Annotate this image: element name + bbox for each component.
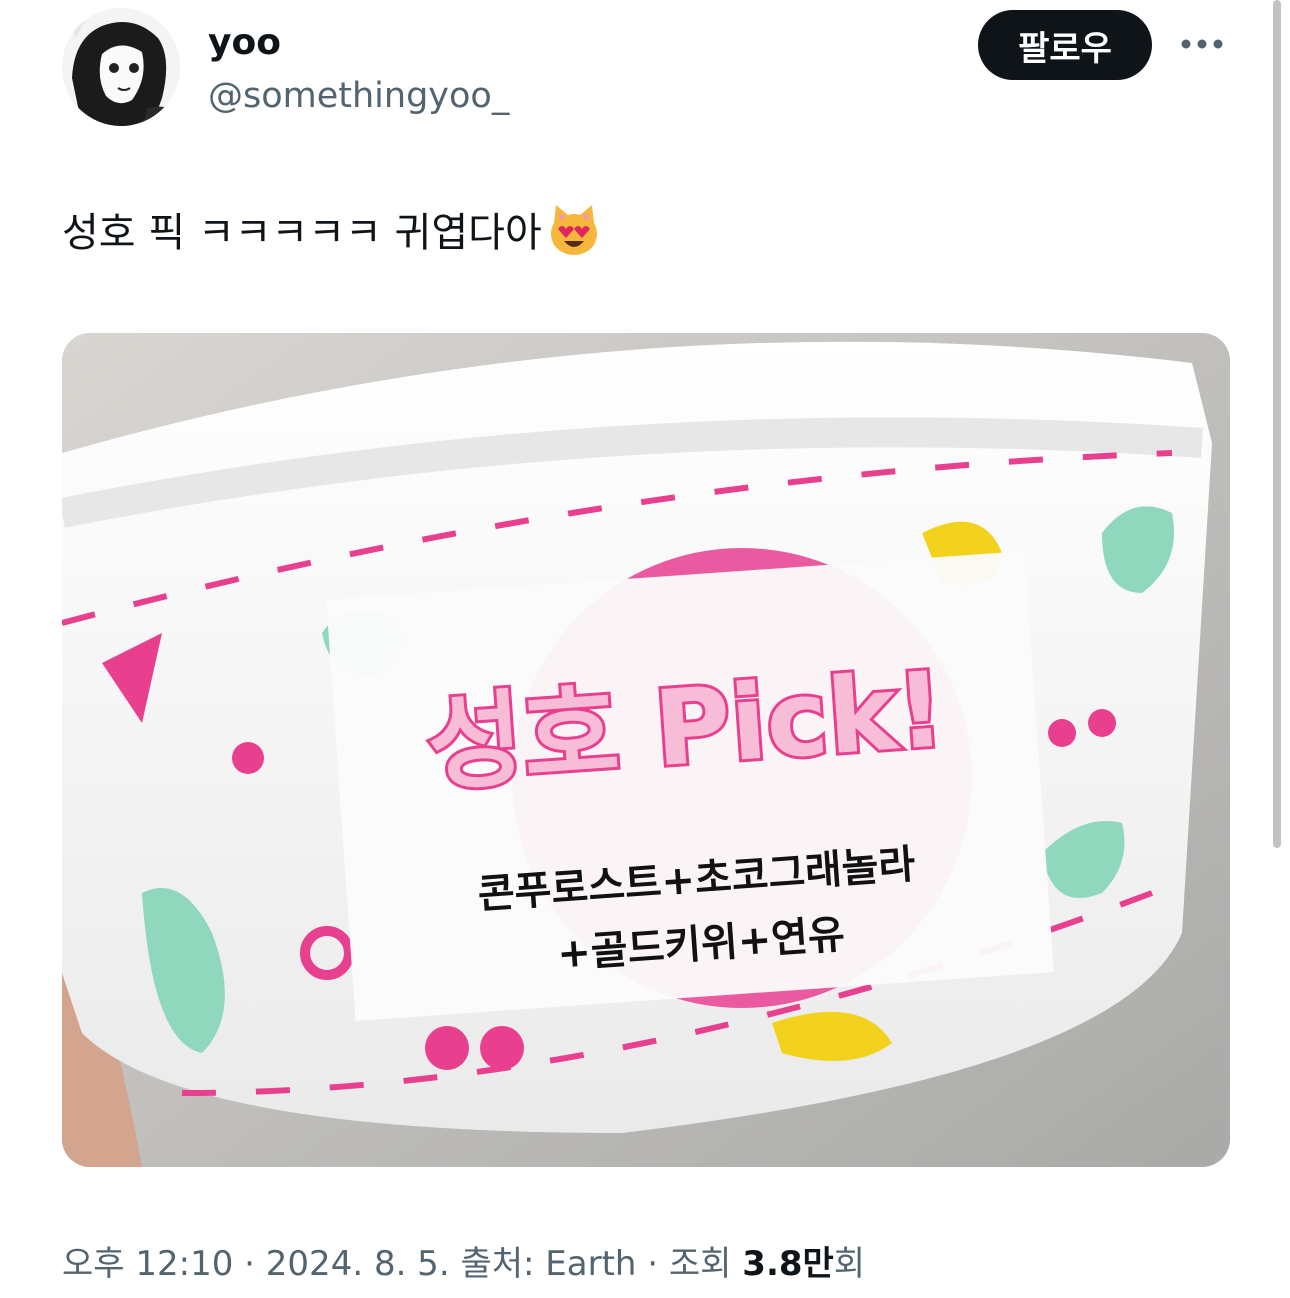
meta-separator: ·: [233, 1244, 266, 1284]
avatar[interactable]: [62, 8, 180, 126]
tweet-text-body: 성호 픽 ㅋㅋㅋㅋㅋ 귀엽다아: [62, 210, 542, 256]
views-label: 조회: [668, 1244, 743, 1284]
tweet-text: 성호 픽 ㅋㅋㅋㅋㅋ 귀엽다아: [62, 200, 602, 258]
avatar-illustration: [62, 8, 180, 126]
source-value: Earth: [545, 1244, 637, 1284]
scrollbar[interactable]: [1273, 0, 1281, 848]
source-label: 출처:: [460, 1244, 546, 1284]
heart-eyes-cat-emoji: [550, 205, 597, 255]
more-options-button[interactable]: [1176, 22, 1228, 66]
more-horizontal-icon: [1181, 39, 1223, 49]
author-handle[interactable]: @somethingyoo_: [208, 76, 509, 116]
tweet-photo[interactable]: 성호 Pick! 콘푸로스트+초코그래놀라 +골드키위+연유: [62, 333, 1230, 1167]
author-display-name[interactable]: yoo: [208, 22, 281, 63]
meta-separator: [450, 1244, 461, 1284]
tweet-time[interactable]: 오후 12:10: [62, 1236, 233, 1285]
views-count: 3.8: [742, 1244, 803, 1284]
follow-button[interactable]: 팔로우: [978, 10, 1152, 80]
views-unit: 회: [833, 1244, 866, 1284]
photo-cereal-cup: 성호 Pick! 콘푸로스트+초코그래놀라 +골드키위+연유: [62, 333, 1230, 1167]
meta-separator: ·: [636, 1244, 669, 1284]
tweet-date[interactable]: 2024. 8. 5.: [266, 1244, 450, 1284]
tweet-meta: 오후 12:10 · 2024. 8. 5. 출처: Earth · 조회 3.…: [62, 1236, 865, 1285]
views-unit-strong: 만: [802, 1244, 834, 1284]
